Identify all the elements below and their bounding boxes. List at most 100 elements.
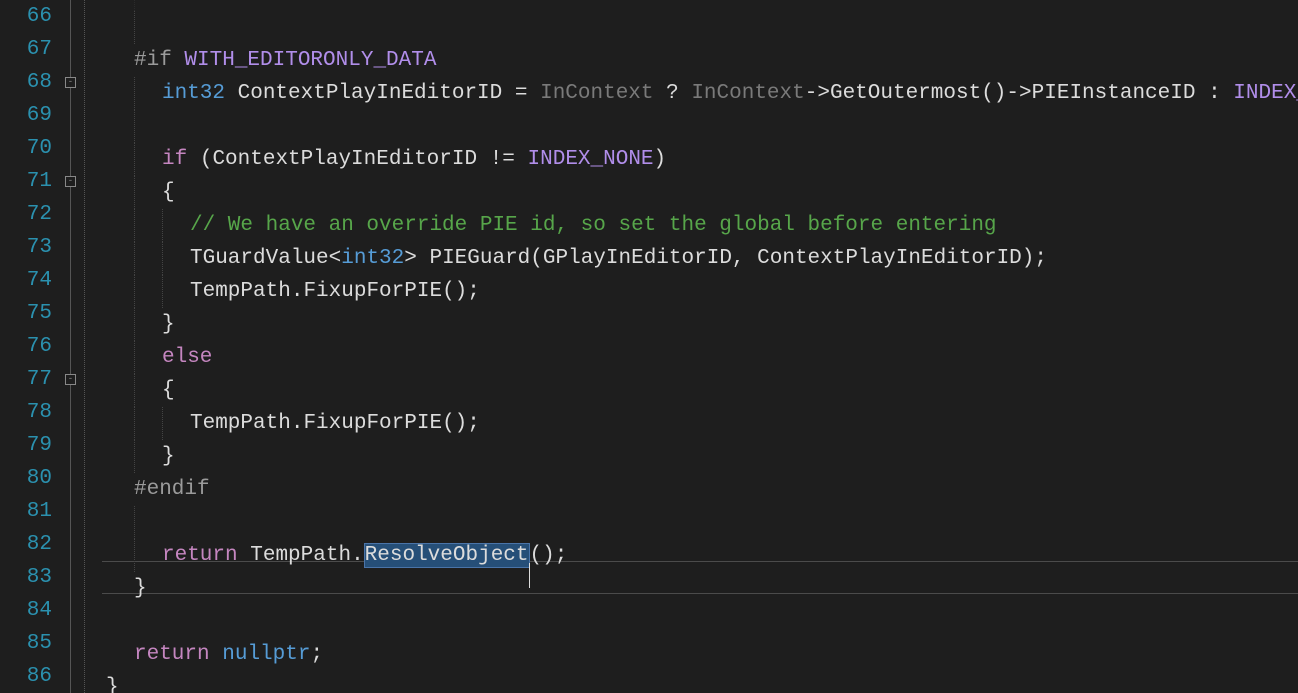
code-line[interactable] <box>102 605 1298 638</box>
paren: ( <box>530 247 543 270</box>
angle: < <box>329 247 342 270</box>
line-number: 80 <box>0 462 62 495</box>
code-line[interactable]: // We have an override PIE id, so set th… <box>102 209 1298 242</box>
brace: } <box>162 445 175 468</box>
line-number: 85 <box>0 627 62 660</box>
line-number: 68 <box>0 66 62 99</box>
operator: = <box>515 82 528 105</box>
expr: InContext <box>679 82 805 105</box>
fold-outline <box>70 0 71 693</box>
line-number: 75 <box>0 297 62 330</box>
func-call: FixupForPIE <box>303 280 442 303</box>
code-line[interactable] <box>102 11 1298 44</box>
preproc-endif: #endif <box>134 478 210 501</box>
comment: // We have an override PIE id, so set th… <box>190 214 997 237</box>
macro-name: INDEX_NONE <box>1221 82 1298 105</box>
type-int32: int32 <box>341 247 404 270</box>
dot: . <box>291 412 304 435</box>
code-line[interactable]: TempPath.FixupForPIE(); <box>102 407 1298 440</box>
type: TGuardValue <box>190 247 329 270</box>
line-number: 86 <box>0 660 62 693</box>
line-number: 83 <box>0 561 62 594</box>
line-number: 77 <box>0 363 62 396</box>
macro-name: WITH_EDITORONLY_DATA <box>172 49 437 72</box>
variable: ContextPlayInEditorID <box>225 82 515 105</box>
brace: { <box>162 379 175 402</box>
code-line[interactable] <box>102 506 1298 539</box>
brace: { <box>162 181 175 204</box>
fold-toggle[interactable]: - <box>65 77 76 88</box>
code-line[interactable]: #if WITH_EDITORONLY_DATA <box>102 44 1298 77</box>
code-line[interactable] <box>102 110 1298 143</box>
line-number: 79 <box>0 429 62 462</box>
keyword-return: return <box>162 544 238 567</box>
code-line[interactable] <box>102 0 1298 11</box>
expr: InContext <box>527 82 666 105</box>
line-number: 82 <box>0 528 62 561</box>
fold-toggle[interactable]: - <box>65 374 76 385</box>
operator: != <box>490 148 515 171</box>
code-line[interactable]: if (ContextPlayInEditorID != INDEX_NONE) <box>102 143 1298 176</box>
operator: -> <box>805 82 830 105</box>
func-call: GetOutermost <box>830 82 981 105</box>
line-number: 67 <box>0 33 62 66</box>
code-line[interactable]: { <box>102 374 1298 407</box>
line-number-gutter: 66 67 68 69 70 71 72 73 74 75 76 77 78 7… <box>0 0 62 693</box>
line-number: 76 <box>0 330 62 363</box>
func-call: FixupForPIE <box>303 412 442 435</box>
code-line[interactable]: } <box>102 308 1298 341</box>
variable: TempPath <box>190 280 291 303</box>
code-line[interactable]: TempPath.FixupForPIE(); <box>102 275 1298 308</box>
line-number: 66 <box>0 0 62 33</box>
code-line[interactable]: } <box>102 440 1298 473</box>
call: (); <box>442 412 480 435</box>
arg: ContextPlayInEditorID <box>757 247 1022 270</box>
variable: TempPath <box>250 544 351 567</box>
code-line[interactable]: } <box>102 572 1298 605</box>
arg: GPlayInEditorID <box>543 247 732 270</box>
space <box>238 544 251 567</box>
fold-outline-inner <box>84 0 85 693</box>
type-int32: int32 <box>162 82 225 105</box>
paren: ); <box>1022 247 1047 270</box>
variable: PIEGuard <box>417 247 530 270</box>
preproc-if: #if <box>134 49 172 72</box>
variable: ContextPlayInEditorID <box>212 148 489 171</box>
code-line-current[interactable]: return TempPath.ResolveObject(); <box>102 539 1298 572</box>
code-line[interactable]: { <box>102 176 1298 209</box>
call: (); <box>442 280 480 303</box>
space <box>210 643 223 666</box>
dot: . <box>291 280 304 303</box>
code-line[interactable]: TGuardValue<int32> PIEGuard(GPlayInEdito… <box>102 242 1298 275</box>
fold-toggle[interactable]: - <box>65 176 76 187</box>
fold-column: - - - <box>62 0 102 693</box>
parens: () <box>981 82 1006 105</box>
code-line[interactable]: } <box>102 671 1298 693</box>
comma: , <box>732 247 757 270</box>
selection[interactable]: ResolveObject <box>364 543 530 568</box>
member: PIEInstanceID <box>1032 82 1208 105</box>
keyword-if: if <box>162 148 187 171</box>
code-line[interactable]: int32 ContextPlayInEditorID = InContext … <box>102 77 1298 110</box>
brace: } <box>134 577 147 600</box>
line-number: 81 <box>0 495 62 528</box>
brace: } <box>162 313 175 336</box>
paren: ) <box>654 148 667 171</box>
line-number: 69 <box>0 99 62 132</box>
keyword-return: return <box>134 643 210 666</box>
code-line[interactable]: return nullptr; <box>102 638 1298 671</box>
paren: ( <box>187 148 212 171</box>
code-area[interactable]: #if WITH_EDITORONLY_DATA int32 ContextPl… <box>102 0 1298 693</box>
line-number: 71 <box>0 165 62 198</box>
call: (); <box>530 544 568 567</box>
keyword-else: else <box>162 346 212 369</box>
code-editor[interactable]: 66 67 68 69 70 71 72 73 74 75 76 77 78 7… <box>0 0 1298 693</box>
variable: TempPath <box>190 412 291 435</box>
brace: } <box>106 676 119 693</box>
operator: ? <box>666 82 679 105</box>
code-line[interactable]: #endif <box>102 473 1298 506</box>
macro-name: INDEX_NONE <box>515 148 654 171</box>
operator: : <box>1208 82 1221 105</box>
code-line[interactable]: else <box>102 341 1298 374</box>
dot: . <box>351 544 364 567</box>
